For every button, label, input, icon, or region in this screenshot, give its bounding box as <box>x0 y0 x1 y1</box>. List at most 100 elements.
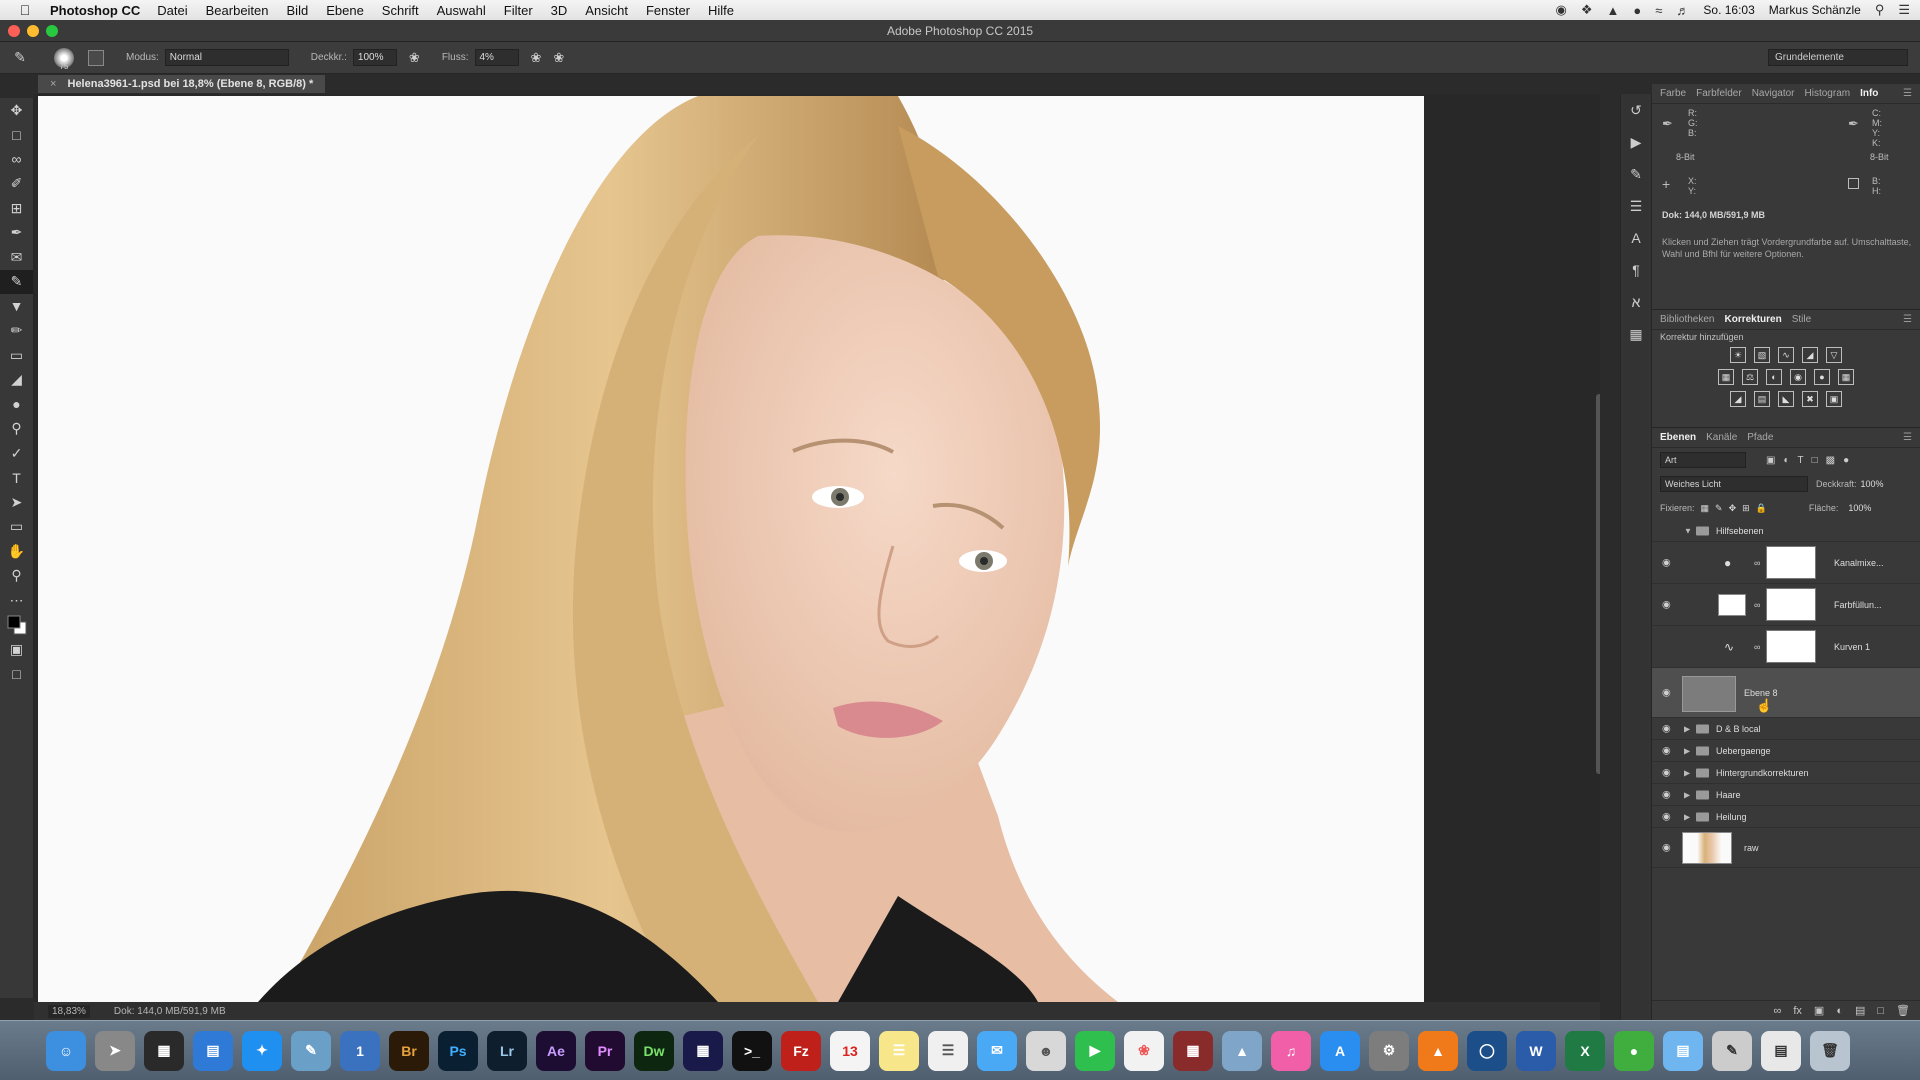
layer-group[interactable]: ◉ ▶ Hintergrundkorrekturen <box>1652 762 1920 784</box>
crop-tool-icon[interactable]: ⊞ <box>0 196 33 221</box>
brushes-icon[interactable]: ✎ <box>1712 1030 1752 1071</box>
dropbox-icon[interactable]: ❖ <box>1581 2 1593 18</box>
gradient-map-icon[interactable]: ▣ <box>1826 391 1842 407</box>
channel-mixer-icon[interactable]: ● <box>1814 369 1830 385</box>
kind-filter-select[interactable]: Art <box>1660 452 1746 468</box>
move-tool-icon[interactable]: ✥ <box>0 98 33 123</box>
brush-tool-icon[interactable]: ✎ <box>0 269 33 294</box>
chevron-down-icon[interactable]: ▼ <box>1684 526 1692 535</box>
layer-mask-thumb[interactable] <box>1766 630 1816 663</box>
facetime-icon[interactable]: ▶ <box>1075 1030 1115 1071</box>
app-menu[interactable]: Photoshop CC <box>50 3 140 18</box>
layer-group[interactable]: ◉ ▶ Uebergaenge <box>1652 740 1920 762</box>
notification-icon[interactable]: ☰ <box>1898 2 1910 18</box>
filezilla-icon[interactable]: Fz <box>781 1030 821 1071</box>
tab-stile[interactable]: Stile <box>1792 314 1811 325</box>
vertical-scrollbar[interactable] <box>1596 394 1600 774</box>
menu-bild[interactable]: Bild <box>287 3 309 18</box>
word-icon[interactable]: W <box>1516 1030 1556 1071</box>
menu-datei[interactable]: Datei <box>157 3 187 18</box>
eye-icon[interactable]: ◉ <box>1662 723 1671 734</box>
smart-object-filter-icon[interactable]: ▩ <box>1826 455 1835 466</box>
photo-filter-icon[interactable]: ◉ <box>1790 369 1806 385</box>
vibrance-icon[interactable]: ▽ <box>1826 347 1842 363</box>
bridge-icon[interactable]: Br <box>389 1030 429 1071</box>
link-icon[interactable]: ∞ <box>1754 600 1760 610</box>
levels-icon[interactable]: ▧ <box>1754 347 1770 363</box>
layer-group-open[interactable]: ▼ Hilfsebenen <box>1652 520 1920 542</box>
layer-comps-icon[interactable]: ▦ <box>1621 318 1651 350</box>
creative-cloud-icon[interactable]: ● <box>1633 3 1641 18</box>
menu-hilfe[interactable]: Hilfe <box>708 3 734 18</box>
flow-field[interactable]: 4% <box>474 49 519 66</box>
color-lookup-icon[interactable]: ▦ <box>1838 369 1854 385</box>
eye-icon[interactable]: ◉ <box>1662 599 1671 610</box>
chevron-right-icon[interactable]: ▶ <box>1684 790 1690 799</box>
portrait-photo[interactable] <box>38 96 1424 1002</box>
filter-toggle-icon[interactable]: ● <box>1843 455 1849 466</box>
lock-position-icon[interactable]: ✥ <box>1729 503 1737 514</box>
calendar-icon[interactable]: 13 <box>830 1030 870 1071</box>
workspace-select[interactable]: Grundelemente <box>1768 49 1908 66</box>
actions-play-icon[interactable]: ▶ <box>1621 126 1651 158</box>
close-tab-icon[interactable]: × <box>50 78 56 90</box>
trash-dock-icon[interactable]: 🗑 <box>1810 1030 1850 1071</box>
wifi-icon[interactable]: ≈ <box>1655 3 1662 18</box>
shape-tool-icon[interactable]: ▭ <box>0 515 33 540</box>
tab-navigator[interactable]: Navigator <box>1752 88 1795 99</box>
menu-ansicht[interactable]: Ansicht <box>585 3 628 18</box>
tab-ebenen[interactable]: Ebenen <box>1660 432 1696 443</box>
launchpad-icon[interactable]: ➤ <box>95 1030 135 1071</box>
stamp-tool-icon[interactable]: ▼ <box>0 294 33 319</box>
eye-icon[interactable]: ◉ <box>1662 811 1671 822</box>
layer-group[interactable]: ◉ ▶ Haare <box>1652 784 1920 806</box>
menu-schrift[interactable]: Schrift <box>382 3 419 18</box>
eyedropper-icon[interactable]: ✒ <box>1848 116 1859 132</box>
brightness-icon[interactable]: ☀ <box>1730 347 1746 363</box>
tab-farbe[interactable]: Farbe <box>1660 88 1686 99</box>
menu-ebene[interactable]: Ebene <box>326 3 364 18</box>
history-brush-tool-icon[interactable]: ✏ <box>0 319 33 344</box>
eye-icon[interactable]: ◉ <box>1662 557 1671 568</box>
curves-icon[interactable]: ∿ <box>1778 347 1794 363</box>
glyphs-icon[interactable]: א <box>1621 286 1651 318</box>
color-balance-icon[interactable]: ⚖ <box>1742 369 1758 385</box>
pressure-size-icon[interactable]: ❀ <box>553 50 564 66</box>
hue-saturation-icon[interactable]: ▦ <box>1718 369 1734 385</box>
spotlight-icon[interactable]: ⚲ <box>1875 2 1885 18</box>
photoshop-icon[interactable]: Ps <box>438 1030 478 1071</box>
opacity-field[interactable]: 100% <box>352 49 397 66</box>
new-layer-icon[interactable]: □ <box>1877 1005 1884 1017</box>
shape-filter-icon[interactable]: □ <box>1812 455 1818 466</box>
eraser-tool-icon[interactable]: ▭ <box>0 343 33 368</box>
layer-selected[interactable]: ◉ Ebene 8 ☝ <box>1652 668 1920 718</box>
type-filter-icon[interactable]: T <box>1798 455 1804 466</box>
chevron-right-icon[interactable]: ▶ <box>1684 724 1690 733</box>
canvas-area[interactable] <box>34 94 1600 1002</box>
link-layers-icon[interactable]: ∞ <box>1774 1005 1782 1017</box>
menu-bearbeiten[interactable]: Bearbeiten <box>206 3 269 18</box>
volume-icon[interactable]: ♬ <box>1676 3 1689 18</box>
lock-pixels-icon[interactable]: ✎ <box>1715 503 1723 514</box>
notes-icon[interactable]: ☰ <box>879 1030 919 1071</box>
screen-mode-icon[interactable]: □ <box>0 662 33 687</box>
finder-icon[interactable]: ☺ <box>46 1030 86 1071</box>
zoom-field[interactable]: 18,83% <box>48 1004 90 1018</box>
properties-icon[interactable]: ☰ <box>1621 190 1651 222</box>
messages-icon[interactable]: ✉ <box>977 1030 1017 1071</box>
invert-icon[interactable]: ◢ <box>1730 391 1746 407</box>
premiere-icon[interactable]: Pr <box>585 1030 625 1071</box>
selective-color-icon[interactable]: ✖ <box>1802 391 1818 407</box>
trash-icon[interactable]: 🗑 <box>1896 1004 1910 1017</box>
gradient-tool-icon[interactable]: ◢ <box>0 368 33 393</box>
apple-icon[interactable]:  <box>0 2 50 18</box>
blur-tool-icon[interactable]: ● <box>0 392 33 417</box>
threshold-icon[interactable]: ◣ <box>1778 391 1794 407</box>
itunes-icon[interactable]: ♫ <box>1271 1030 1311 1071</box>
layer-adjustment[interactable]: ◉ ● ∞ Kanalmixe... <box>1652 542 1920 584</box>
zoom-tool-icon[interactable]: ⚲ <box>0 564 33 589</box>
layer-raw[interactable]: ◉ raw <box>1652 828 1920 868</box>
doc-size-readout[interactable]: Dok: 144,0 MB/591,9 MB <box>114 1006 226 1017</box>
fx-icon[interactable]: fx <box>1793 1005 1802 1017</box>
layer-adjustment[interactable]: ∿ ∞ Kurven 1 <box>1652 626 1920 668</box>
